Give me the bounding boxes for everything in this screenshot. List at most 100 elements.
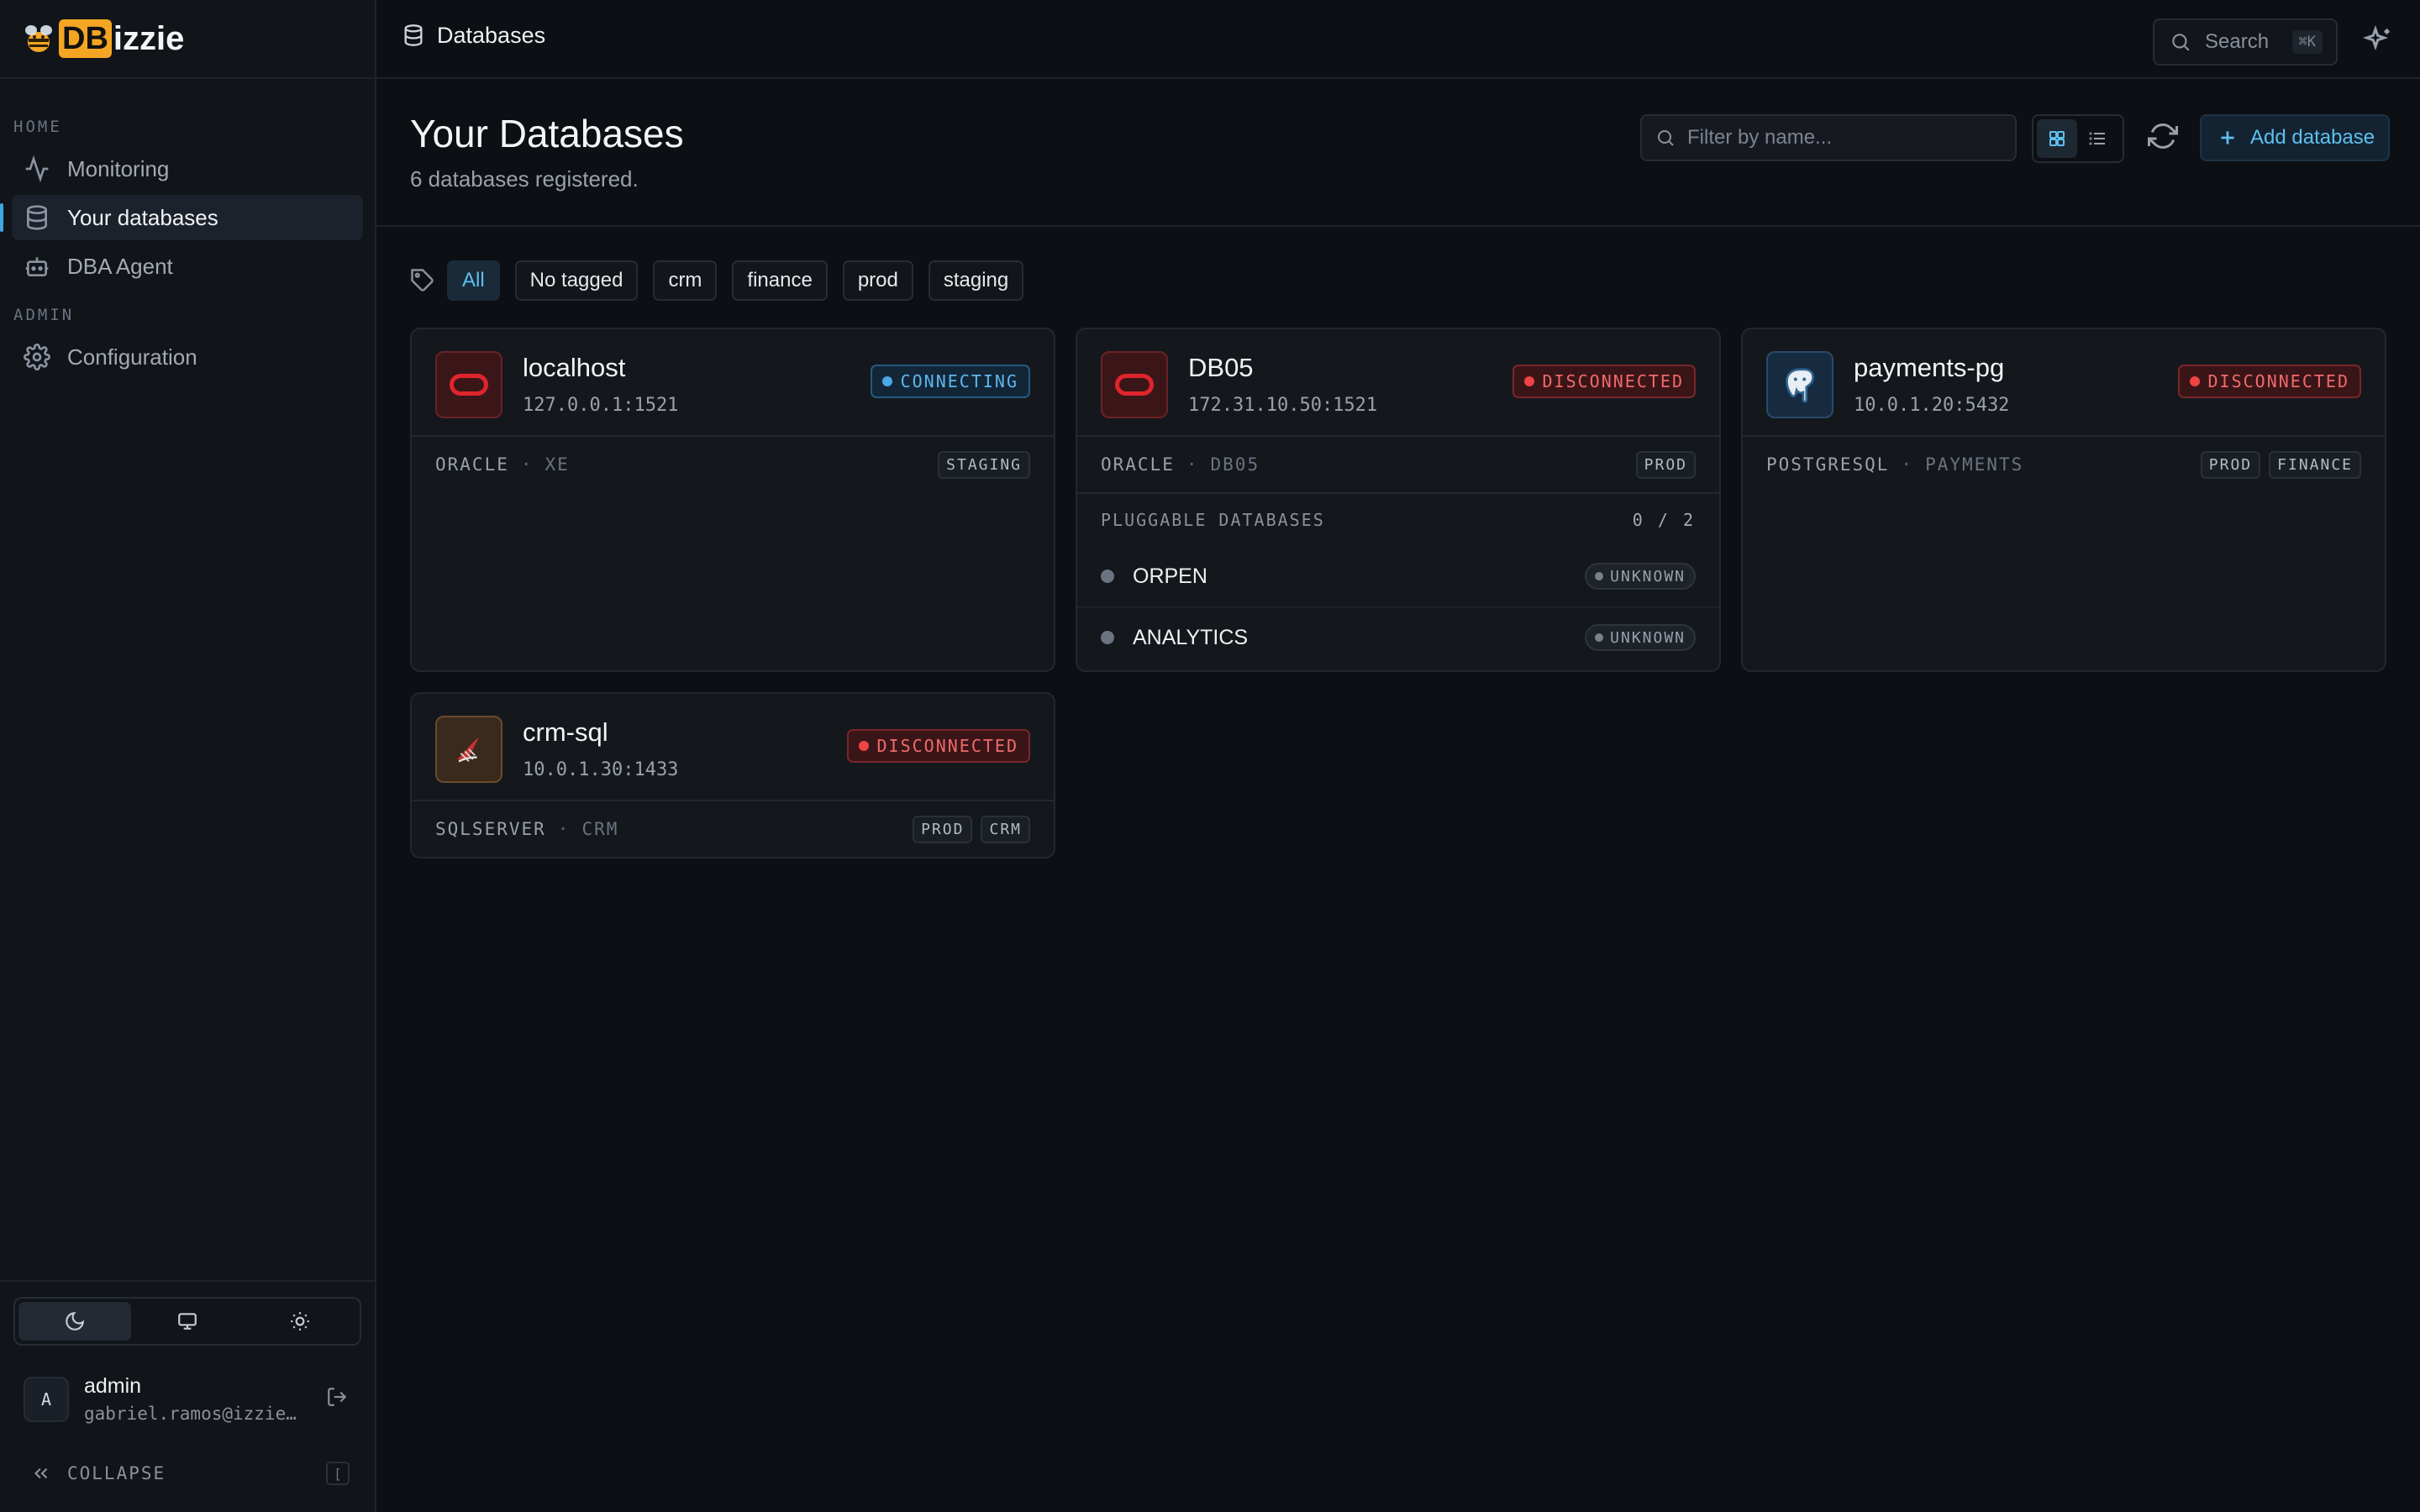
add-database-button[interactable]: Add database — [2200, 114, 2390, 161]
database-name: DB05 — [1188, 353, 1254, 382]
database-name: localhost — [523, 353, 626, 382]
breadcrumb[interactable]: Databases — [437, 23, 545, 49]
pdb-row[interactable]: ANALYTICS UNKNOWN — [1077, 606, 1719, 667]
topbar: Databases Search ⌘K — [376, 0, 2420, 79]
pdb-name: ANALYTICS — [1133, 625, 1249, 649]
user-card: A admin gabriel.ramos@izzie.dev — [24, 1374, 360, 1424]
database-card-payments-pg[interactable]: payments-pg 10.0.1.20:5432 DISCONNECTED … — [1741, 328, 2386, 672]
status-badge: DISCONNECTED — [846, 729, 1030, 763]
database-host: 10.0.1.20:5432 — [1854, 395, 2010, 416]
database-icon — [404, 24, 423, 46]
service-label: XE — [544, 454, 570, 475]
app-logo[interactable]: DB izzie — [0, 0, 375, 79]
pdb-count: 0 / 2 — [1632, 510, 1696, 530]
bot-icon — [25, 257, 49, 276]
postgresql-icon — [1766, 351, 1833, 418]
database-card-localhost[interactable]: localhost 127.0.0.1:1521 CONNECTING ORAC… — [410, 328, 1055, 672]
moon-icon — [66, 1311, 85, 1331]
filter-input[interactable]: Filter by name... — [1640, 114, 2017, 161]
section-label-home: HOME — [13, 118, 62, 136]
sidebar: DB izzie HOME Monitoring Your databases … — [0, 0, 376, 1512]
theme-dark-button[interactable] — [18, 1302, 131, 1341]
theme-light-button[interactable] — [244, 1302, 356, 1341]
database-host: 127.0.0.1:1521 — [523, 395, 679, 416]
refresh-icon[interactable] — [2148, 121, 2178, 151]
sidebar-divider — [0, 1280, 375, 1282]
status-text: DISCONNECTED — [1542, 371, 1684, 391]
sidebar-item-dba-agent[interactable]: DBA Agent — [12, 244, 363, 289]
sidebar-item-label: Configuration — [67, 344, 197, 370]
filter-placeholder: Filter by name... — [1687, 126, 1833, 149]
pdb-status-dot — [1101, 570, 1114, 583]
tag-badge: PROD — [2200, 450, 2261, 479]
database-name: crm-sql — [523, 717, 608, 747]
main-content: Databases Search ⌘K Your Databases 6 dat… — [376, 0, 2420, 1512]
tag-chip-finance[interactable]: finance — [732, 260, 828, 301]
tag-badge: PROD — [913, 815, 973, 843]
sidebar-item-label: DBA Agent — [67, 253, 173, 279]
logout-icon[interactable] — [326, 1386, 348, 1408]
pdb-status-text: UNKNOWN — [1610, 567, 1686, 585]
tag-icon — [411, 269, 434, 291]
sparkles-icon[interactable] — [2363, 25, 2393, 55]
avatar: A — [24, 1376, 69, 1422]
pdb-name: ORPEN — [1133, 564, 1207, 588]
status-text: DISCONNECTED — [876, 736, 1018, 756]
plus-icon — [2221, 131, 2234, 144]
theme-switcher — [13, 1297, 361, 1346]
status-text: CONNECTING — [900, 371, 1018, 391]
engine-label: ORACLE — [1101, 454, 1175, 475]
database-meta: ORACLE · XE STAGING — [412, 437, 1054, 492]
tag-chip-all[interactable]: All — [447, 260, 500, 301]
oracle-icon — [435, 351, 502, 418]
logo-db: DB — [59, 19, 112, 58]
database-icon — [27, 205, 47, 230]
grid-icon — [2049, 131, 2065, 146]
database-name: payments-pg — [1854, 353, 2005, 382]
tag-badge: PROD — [1635, 450, 1696, 479]
tag-chip-no-tagged[interactable]: No tagged — [514, 260, 639, 301]
user-name: admin — [84, 1374, 142, 1398]
theme-system-button[interactable] — [131, 1302, 244, 1341]
database-card-db05[interactable]: DB05 172.31.10.50:1521 DISCONNECTED ORAC… — [1076, 328, 1721, 672]
oracle-icon — [1101, 351, 1168, 418]
search-icon — [2172, 34, 2190, 51]
status-badge: CONNECTING — [870, 365, 1030, 398]
database-meta: POSTGRESQL · PAYMENTS PROD FINANCE — [1743, 437, 2385, 492]
status-badge: DISCONNECTED — [2177, 365, 2361, 398]
engine-label: ORACLE — [435, 454, 509, 475]
view-toggle — [2032, 114, 2124, 163]
tag-chip-crm[interactable]: crm — [653, 260, 718, 301]
sidebar-item-label: Your databases — [67, 204, 218, 230]
monitor-icon — [178, 1313, 197, 1330]
collapse-label: COLLAPSE — [67, 1463, 166, 1483]
pdb-header: PLUGGABLE DATABASES 0 / 2 — [1077, 492, 1719, 546]
tag-badge: FINANCE — [2269, 450, 2361, 479]
collapse-shortcut: [ — [326, 1462, 350, 1485]
global-search-button[interactable]: Search ⌘K — [2153, 18, 2338, 66]
database-host: 172.31.10.50:1521 — [1188, 395, 1378, 416]
pdb-status-text: UNKNOWN — [1610, 628, 1686, 647]
sidebar-item-configuration[interactable]: Configuration — [12, 334, 363, 380]
sidebar-item-your-databases[interactable]: Your databases — [0, 195, 363, 240]
sun-icon — [291, 1312, 309, 1331]
pdb-row[interactable]: ORPEN UNKNOWN — [1077, 546, 1719, 606]
user-email: gabriel.ramos@izzie.dev — [84, 1404, 298, 1424]
chevrons-left-icon — [34, 1467, 48, 1479]
service-label: PAYMENTS — [1925, 454, 2024, 475]
bee-logo-icon — [25, 25, 52, 52]
sidebar-item-label: Monitoring — [67, 155, 170, 181]
list-icon — [2089, 132, 2105, 145]
tag-chip-prod[interactable]: prod — [842, 260, 913, 301]
page-subtitle: 6 databases registered. — [410, 166, 639, 192]
pdb-label: PLUGGABLE DATABASES — [1101, 510, 1325, 530]
collapse-button[interactable]: COLLAPSE [ — [30, 1462, 350, 1485]
list-view-button[interactable] — [2077, 119, 2118, 158]
database-card-crm-sql[interactable]: crm-sql 10.0.1.30:1433 DISCONNECTED SQLS… — [410, 692, 1055, 858]
engine-label: POSTGRESQL — [1766, 454, 1890, 475]
database-meta: SQLSERVER · CRM PROD CRM — [412, 801, 1054, 857]
sidebar-item-monitoring[interactable]: Monitoring — [12, 146, 363, 192]
grid-view-button[interactable] — [2037, 119, 2077, 158]
page-header: Your Databases 6 databases registered. F… — [376, 79, 2420, 227]
tag-chip-staging[interactable]: staging — [928, 260, 1024, 301]
